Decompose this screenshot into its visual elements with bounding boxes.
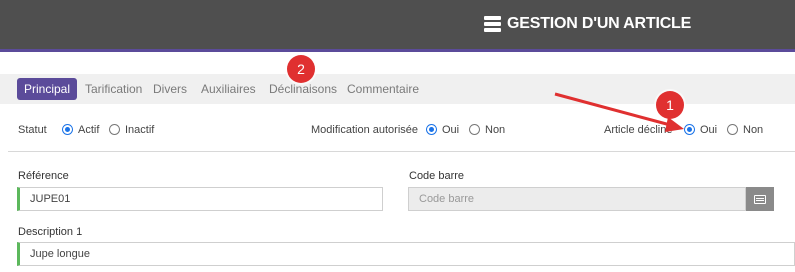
annotation-badge-1: 1 bbox=[656, 91, 684, 119]
statut-actif-label: Actif bbox=[78, 124, 100, 136]
card-icon bbox=[754, 194, 766, 204]
decline-label: Article décliné bbox=[604, 124, 673, 136]
modification-label: Modification autorisée bbox=[311, 124, 419, 136]
page-title-text: GESTION D'UN ARTICLE bbox=[507, 15, 692, 32]
statut-label: Statut bbox=[18, 124, 47, 136]
modification-oui-label: Oui bbox=[442, 124, 460, 136]
annotation-badge-2: 2 bbox=[287, 55, 315, 83]
tab-auxiliaires[interactable]: Auxiliaires bbox=[201, 78, 256, 100]
decline-oui-label: Oui bbox=[700, 124, 718, 136]
code-barre-label: Code barre bbox=[409, 170, 465, 182]
tab-principal[interactable]: Principal bbox=[17, 78, 78, 100]
tab-divers[interactable]: Divers bbox=[153, 78, 187, 100]
decline-non-label: Non bbox=[743, 124, 764, 136]
decline-non-radio[interactable] bbox=[727, 124, 738, 135]
code-barre-button[interactable] bbox=[746, 187, 774, 211]
modification-non-label: Non bbox=[485, 124, 506, 136]
modification-non-radio[interactable] bbox=[469, 124, 480, 135]
decline-oui-radio[interactable] bbox=[684, 124, 695, 135]
tab-commentaire[interactable]: Commentaire bbox=[347, 78, 419, 100]
section-divider bbox=[8, 151, 795, 152]
article-form-page: GESTION D'UN ARTICLE Principal Tarificat… bbox=[0, 0, 795, 272]
description-label: Description 1 bbox=[18, 226, 83, 238]
statut-inactif-label: Inactif bbox=[125, 124, 155, 136]
code-barre-input[interactable]: Code barre bbox=[408, 187, 746, 211]
statut-actif-radio[interactable] bbox=[62, 124, 73, 135]
modification-oui-radio[interactable] bbox=[426, 124, 437, 135]
reference-label: Référence bbox=[18, 170, 69, 182]
tab-tarification[interactable]: Tarification bbox=[85, 78, 142, 100]
statut-inactif-radio[interactable] bbox=[109, 124, 120, 135]
description-input[interactable]: Jupe longue bbox=[17, 242, 795, 266]
server-stack-icon bbox=[484, 16, 501, 32]
page-header: GESTION D'UN ARTICLE bbox=[0, 0, 795, 52]
reference-input[interactable]: JUPE01 bbox=[17, 187, 383, 211]
page-title: GESTION D'UN ARTICLE bbox=[484, 12, 691, 36]
